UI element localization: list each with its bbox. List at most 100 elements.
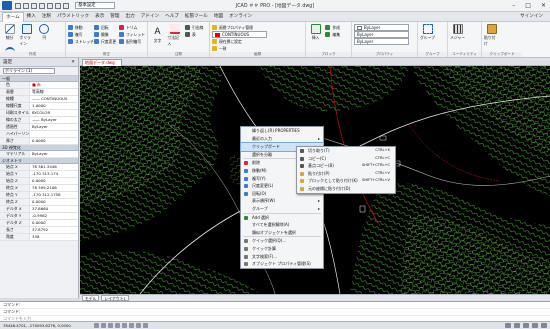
- scale-button[interactable]: 尺度変更: [93, 38, 119, 45]
- property-row[interactable]: 始点 X 78 361.3446: [0, 164, 78, 171]
- mirror-button[interactable]: 鏡像: [93, 31, 119, 38]
- customize-icon[interactable]: [541, 323, 547, 328]
- linetype-combo[interactable]: ByLayer: [354, 31, 409, 38]
- maximize-button[interactable]: □: [525, 2, 531, 9]
- print-icon[interactable]: [47, 2, 53, 9]
- table-button[interactable]: 表: [184, 31, 203, 38]
- property-row[interactable]: 長さ 37.8792: [0, 227, 78, 234]
- workspace-combo[interactable]: 基本設定: [75, 2, 115, 9]
- property-row[interactable]: 終点 Y -170 312.1758: [0, 192, 78, 199]
- polar-toggle-icon[interactable]: [115, 323, 120, 328]
- property-row[interactable]: 終点 X 78 399.2106: [0, 185, 78, 192]
- lineweight-toggle-icon[interactable]: [136, 323, 141, 328]
- lock-icon[interactable]: [523, 323, 529, 328]
- property-row[interactable]: マテリアル ByLayer: [0, 151, 78, 158]
- tab-insert[interactable]: 挿入: [24, 12, 39, 21]
- property-row[interactable]: 始点 Z 0.0000: [0, 178, 78, 185]
- tab-output[interactable]: 出力: [123, 12, 138, 21]
- paste-button[interactable]: 貼り付け: [484, 24, 499, 47]
- ortho-toggle-icon[interactable]: [108, 323, 113, 328]
- submenu-item-copy-base[interactable]: 基点コピー(B) SHIFT+CTRL+C: [297, 162, 395, 170]
- measure-button[interactable]: メジャー: [450, 24, 465, 41]
- close-button[interactable]: ✕: [541, 2, 546, 9]
- submenu-item-paste-block[interactable]: ブロックとして貼り付け(K) SHIFT+CTRL+V: [297, 177, 395, 185]
- command-line[interactable]: コマンド: コマンド: コマンドを入力: [0, 301, 550, 323]
- submenu-item-paste-orig[interactable]: 元の座標に貼り付け(D): [297, 185, 395, 193]
- dimension-button[interactable]: 寸法記入: [167, 24, 182, 47]
- menu-item-select-similar[interactable]: 類似オブジェクトを選択: [241, 229, 323, 237]
- match-layer-button[interactable]: 一致: [212, 45, 303, 52]
- minimize-button[interactable]: –: [512, 2, 515, 9]
- submenu-item-cut[interactable]: 切り取り(T) CTRL+X: [297, 147, 395, 155]
- color-combo[interactable]: ByLayer: [354, 24, 409, 31]
- menu-item-group[interactable]: グループ ▸: [241, 205, 323, 213]
- property-row[interactable]: 画層 等高線: [0, 89, 78, 96]
- transparency-toggle-icon[interactable]: [143, 323, 148, 328]
- menu-item-repeat[interactable]: 繰り返し(R) PROPERTIES: [241, 127, 323, 135]
- tab-manage[interactable]: 管理: [107, 12, 122, 21]
- lineweight-combo[interactable]: ByLayer: [354, 38, 409, 45]
- tab-help[interactable]: ヘルプ: [162, 12, 182, 21]
- layer-combo[interactable]: CONTINUOUS: [212, 31, 267, 38]
- polyline-button[interactable]: ポリライン: [19, 24, 34, 47]
- menu-item-draw-order[interactable]: 表示順序(W) ▸: [241, 197, 323, 205]
- property-row[interactable]: 印刷スタイル BYCOLOR: [0, 110, 78, 117]
- property-row[interactable]: 厚さ 0.0000: [0, 138, 78, 145]
- tab-map[interactable]: 地図: [211, 12, 226, 21]
- make-current-button[interactable]: 現在層に設定: [212, 38, 303, 45]
- menu-item-quick-select[interactable]: クイック選択(Q)...: [241, 237, 323, 245]
- otrack-toggle-icon[interactable]: [129, 323, 134, 328]
- property-row[interactable]: 色 ■ 赤: [0, 82, 78, 89]
- group-button[interactable]: グループ: [420, 24, 435, 41]
- tab-annotate[interactable]: 注釈: [39, 12, 54, 21]
- panel-close-icon[interactable]: ✕: [71, 60, 75, 65]
- rotate-button[interactable]: 回転: [93, 24, 119, 31]
- circle-button[interactable]: 円: [37, 24, 52, 41]
- fillet-button[interactable]: フィレット: [119, 31, 145, 38]
- save-icon[interactable]: [31, 2, 37, 9]
- snap-toggle-icon[interactable]: [101, 323, 106, 328]
- property-row[interactable]: 線種尺度 1.0000: [0, 103, 78, 110]
- menu-item-recent-input[interactable]: 最近の入力 ▸: [241, 135, 323, 143]
- open-file-icon[interactable]: [23, 2, 29, 9]
- text-button[interactable]: A 文字: [150, 27, 165, 44]
- tab-online[interactable]: オンライン: [226, 12, 255, 21]
- annotation-scale-icon[interactable]: [505, 323, 511, 328]
- create-block-button[interactable]: 作成: [325, 24, 340, 31]
- fullscreen-icon[interactable]: [532, 323, 538, 328]
- edit-block-button[interactable]: 編集: [325, 31, 340, 38]
- menu-item-properties[interactable]: オブジェクト プロパティ管理(S): [241, 260, 323, 268]
- property-row[interactable]: デルタ Z 0.0000: [0, 220, 78, 227]
- stretch-button[interactable]: ストレッチ: [68, 38, 94, 45]
- menu-item-find[interactable]: 文字検索(F)...: [241, 253, 323, 261]
- property-row[interactable]: 角度 358: [0, 234, 78, 241]
- submenu-item-copy[interactable]: コピー(C) CTRL+C: [297, 155, 395, 163]
- sign-in-link[interactable]: サインイン: [517, 12, 546, 21]
- insert-block-button[interactable]: 挿入: [308, 24, 323, 41]
- tab-extension[interactable]: 拡張ツール: [182, 12, 211, 21]
- grid-toggle-icon[interactable]: [94, 323, 99, 328]
- move-button[interactable]: 移動: [68, 24, 94, 31]
- property-row[interactable]: 終点 Z 0.0000: [0, 199, 78, 206]
- trim-button[interactable]: トリム: [119, 24, 145, 31]
- leader-button[interactable]: 引出線: [184, 24, 203, 31]
- submenu-item-paste[interactable]: 貼り付け(P) CTRL+V: [297, 170, 395, 178]
- property-row[interactable]: デルタ X 37.8660: [0, 206, 78, 213]
- selection-combo[interactable]: ポリライン (1): [0, 67, 78, 76]
- drawing-canvas[interactable]: 繰り返し(R) PROPERTIES 最近の入力▸ クリップボード▸ 選択を分離…: [80, 66, 550, 294]
- workspace-icon[interactable]: [514, 323, 520, 328]
- line-button[interactable]: 線分: [2, 24, 17, 41]
- save-as-icon[interactable]: [39, 2, 45, 9]
- layer-properties-button[interactable]: 画層プロパティ管理: [212, 24, 303, 31]
- property-row[interactable]: 線種 —— CONTINUOUS: [0, 96, 78, 103]
- menu-item-quick-calc[interactable]: クイック計算: [241, 245, 323, 253]
- menu-item-add-selected[interactable]: Add 選択: [241, 214, 323, 222]
- copy-button[interactable]: 複写: [68, 31, 94, 38]
- undo-icon[interactable]: [55, 2, 61, 9]
- tab-home[interactable]: ホーム: [2, 11, 24, 22]
- property-row[interactable]: 線の太さ —— ByLayer: [0, 117, 78, 124]
- app-logo-icon[interactable]: [2, 1, 12, 10]
- property-row[interactable]: デルタ Y -0.9982: [0, 213, 78, 220]
- redo-icon[interactable]: [63, 2, 69, 9]
- tab-addins[interactable]: アドイン: [138, 12, 162, 21]
